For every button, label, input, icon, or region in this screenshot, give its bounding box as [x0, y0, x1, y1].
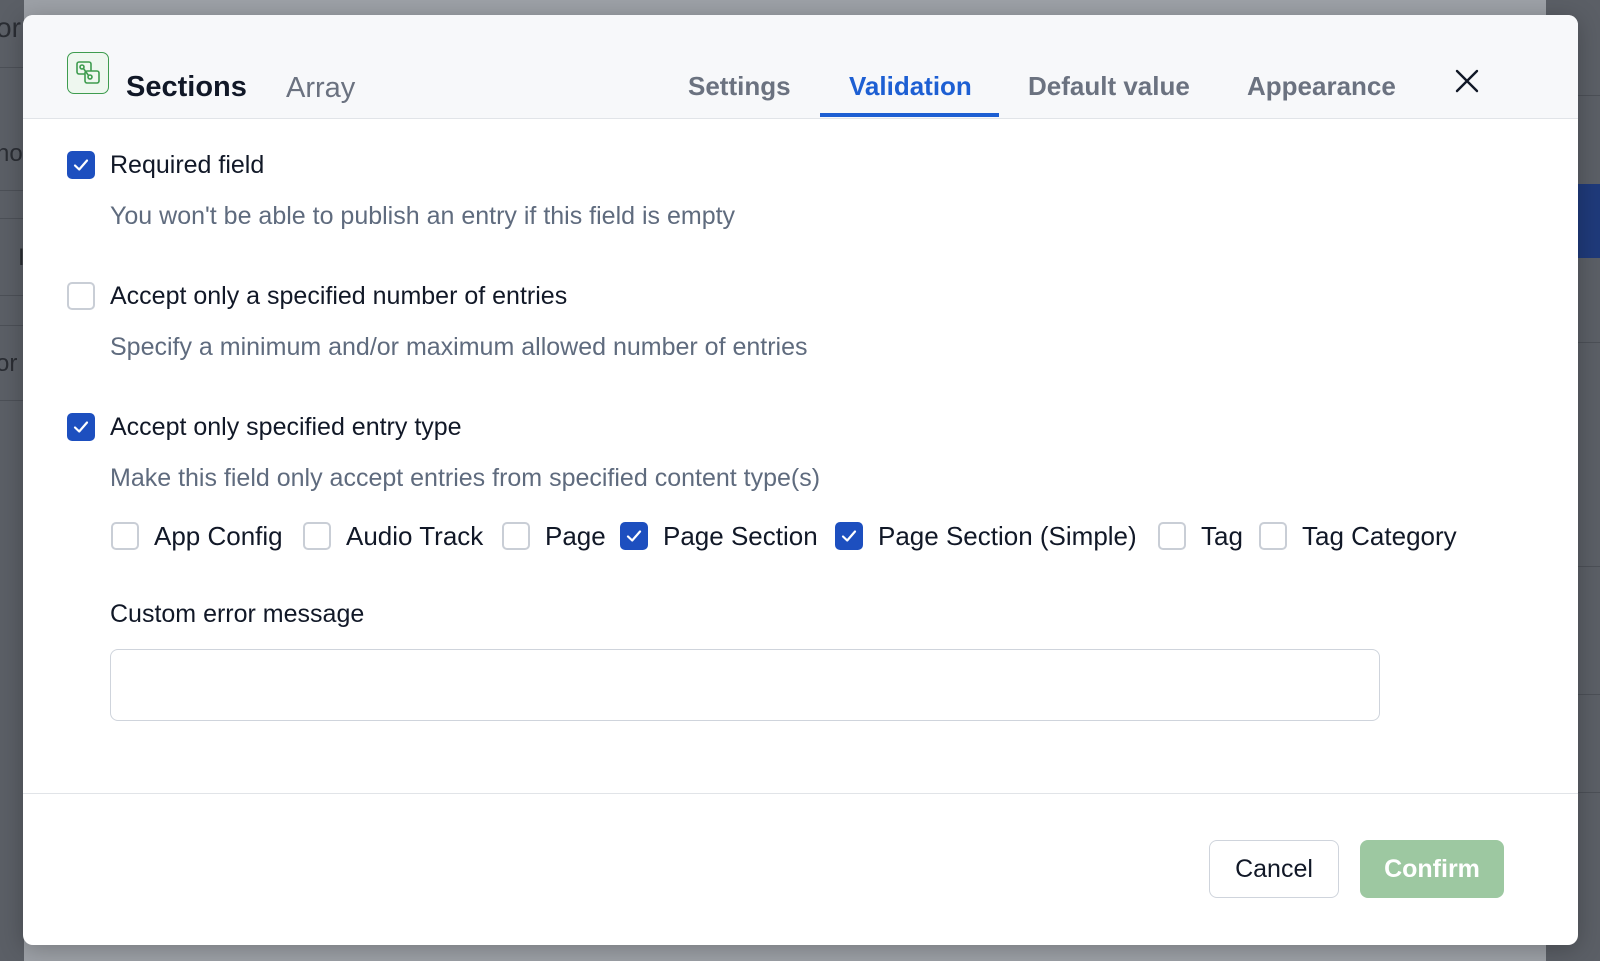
footer-divider	[23, 793, 1578, 794]
tab-appearance[interactable]: Appearance	[1247, 71, 1396, 102]
content-type-checkbox-page-section[interactable]	[620, 522, 648, 550]
entry-count-help: Specify a minimum and/or maximum allowed…	[110, 333, 808, 361]
entry-type-label: Accept only specified entry type	[110, 413, 462, 441]
content-type-label[interactable]: Page Section	[663, 521, 818, 552]
dialog-header: Sections Array Settings Validation Defau…	[23, 15, 1578, 119]
required-field-label: Required field	[110, 151, 265, 179]
required-field-checkbox[interactable]	[67, 151, 95, 179]
checkmark-icon	[73, 421, 89, 433]
background-text: or	[0, 12, 21, 43]
background-text: or	[0, 350, 18, 377]
cancel-button[interactable]: Cancel	[1209, 840, 1339, 898]
content-type-checkbox-page[interactable]	[502, 522, 530, 550]
content-type-checkbox-app-config[interactable]	[111, 522, 139, 550]
entry-type-help: Make this field only accept entries from…	[110, 464, 821, 492]
close-button[interactable]	[1444, 58, 1490, 104]
entry-count-checkbox[interactable]	[67, 282, 95, 310]
reference-array-icon	[67, 52, 109, 94]
content-type-label[interactable]: Page	[545, 521, 606, 552]
content-type-checkbox-tag[interactable]	[1158, 522, 1186, 550]
checkmark-icon	[73, 159, 89, 171]
field-type-label: Array	[286, 72, 356, 104]
content-type-label[interactable]: Audio Track	[346, 521, 483, 552]
dialog-title: Sections	[126, 71, 247, 103]
content-type-checkbox-audio-track[interactable]	[303, 522, 331, 550]
background-text: ho	[0, 140, 23, 167]
confirm-button[interactable]: Confirm	[1360, 840, 1504, 898]
background-selected-row	[1578, 184, 1600, 258]
content-type-label[interactable]: App Config	[154, 521, 283, 552]
entry-count-label: Accept only a specified number of entrie…	[110, 282, 568, 310]
checkmark-icon	[841, 530, 857, 542]
custom-error-label: Custom error message	[110, 600, 365, 628]
tab-settings[interactable]: Settings	[688, 71, 791, 102]
content-type-checkbox-tag-category[interactable]	[1259, 522, 1287, 550]
content-type-label[interactable]: Tag Category	[1302, 521, 1457, 552]
close-icon	[1455, 69, 1479, 93]
content-type-label[interactable]: Tag	[1201, 521, 1243, 552]
tab-validation[interactable]: Validation	[849, 71, 972, 102]
content-type-label[interactable]: Page Section (Simple)	[878, 521, 1137, 552]
custom-error-input[interactable]	[110, 649, 1380, 721]
entry-type-checkbox[interactable]	[67, 413, 95, 441]
content-type-checkbox-page-section-simple[interactable]	[835, 522, 863, 550]
checkmark-icon	[626, 530, 642, 542]
active-tab-indicator	[820, 113, 999, 117]
field-validation-dialog: Sections Array Settings Validation Defau…	[23, 15, 1578, 945]
required-field-help: You won't be able to publish an entry if…	[110, 202, 736, 230]
tab-default-value[interactable]: Default value	[1028, 71, 1190, 102]
